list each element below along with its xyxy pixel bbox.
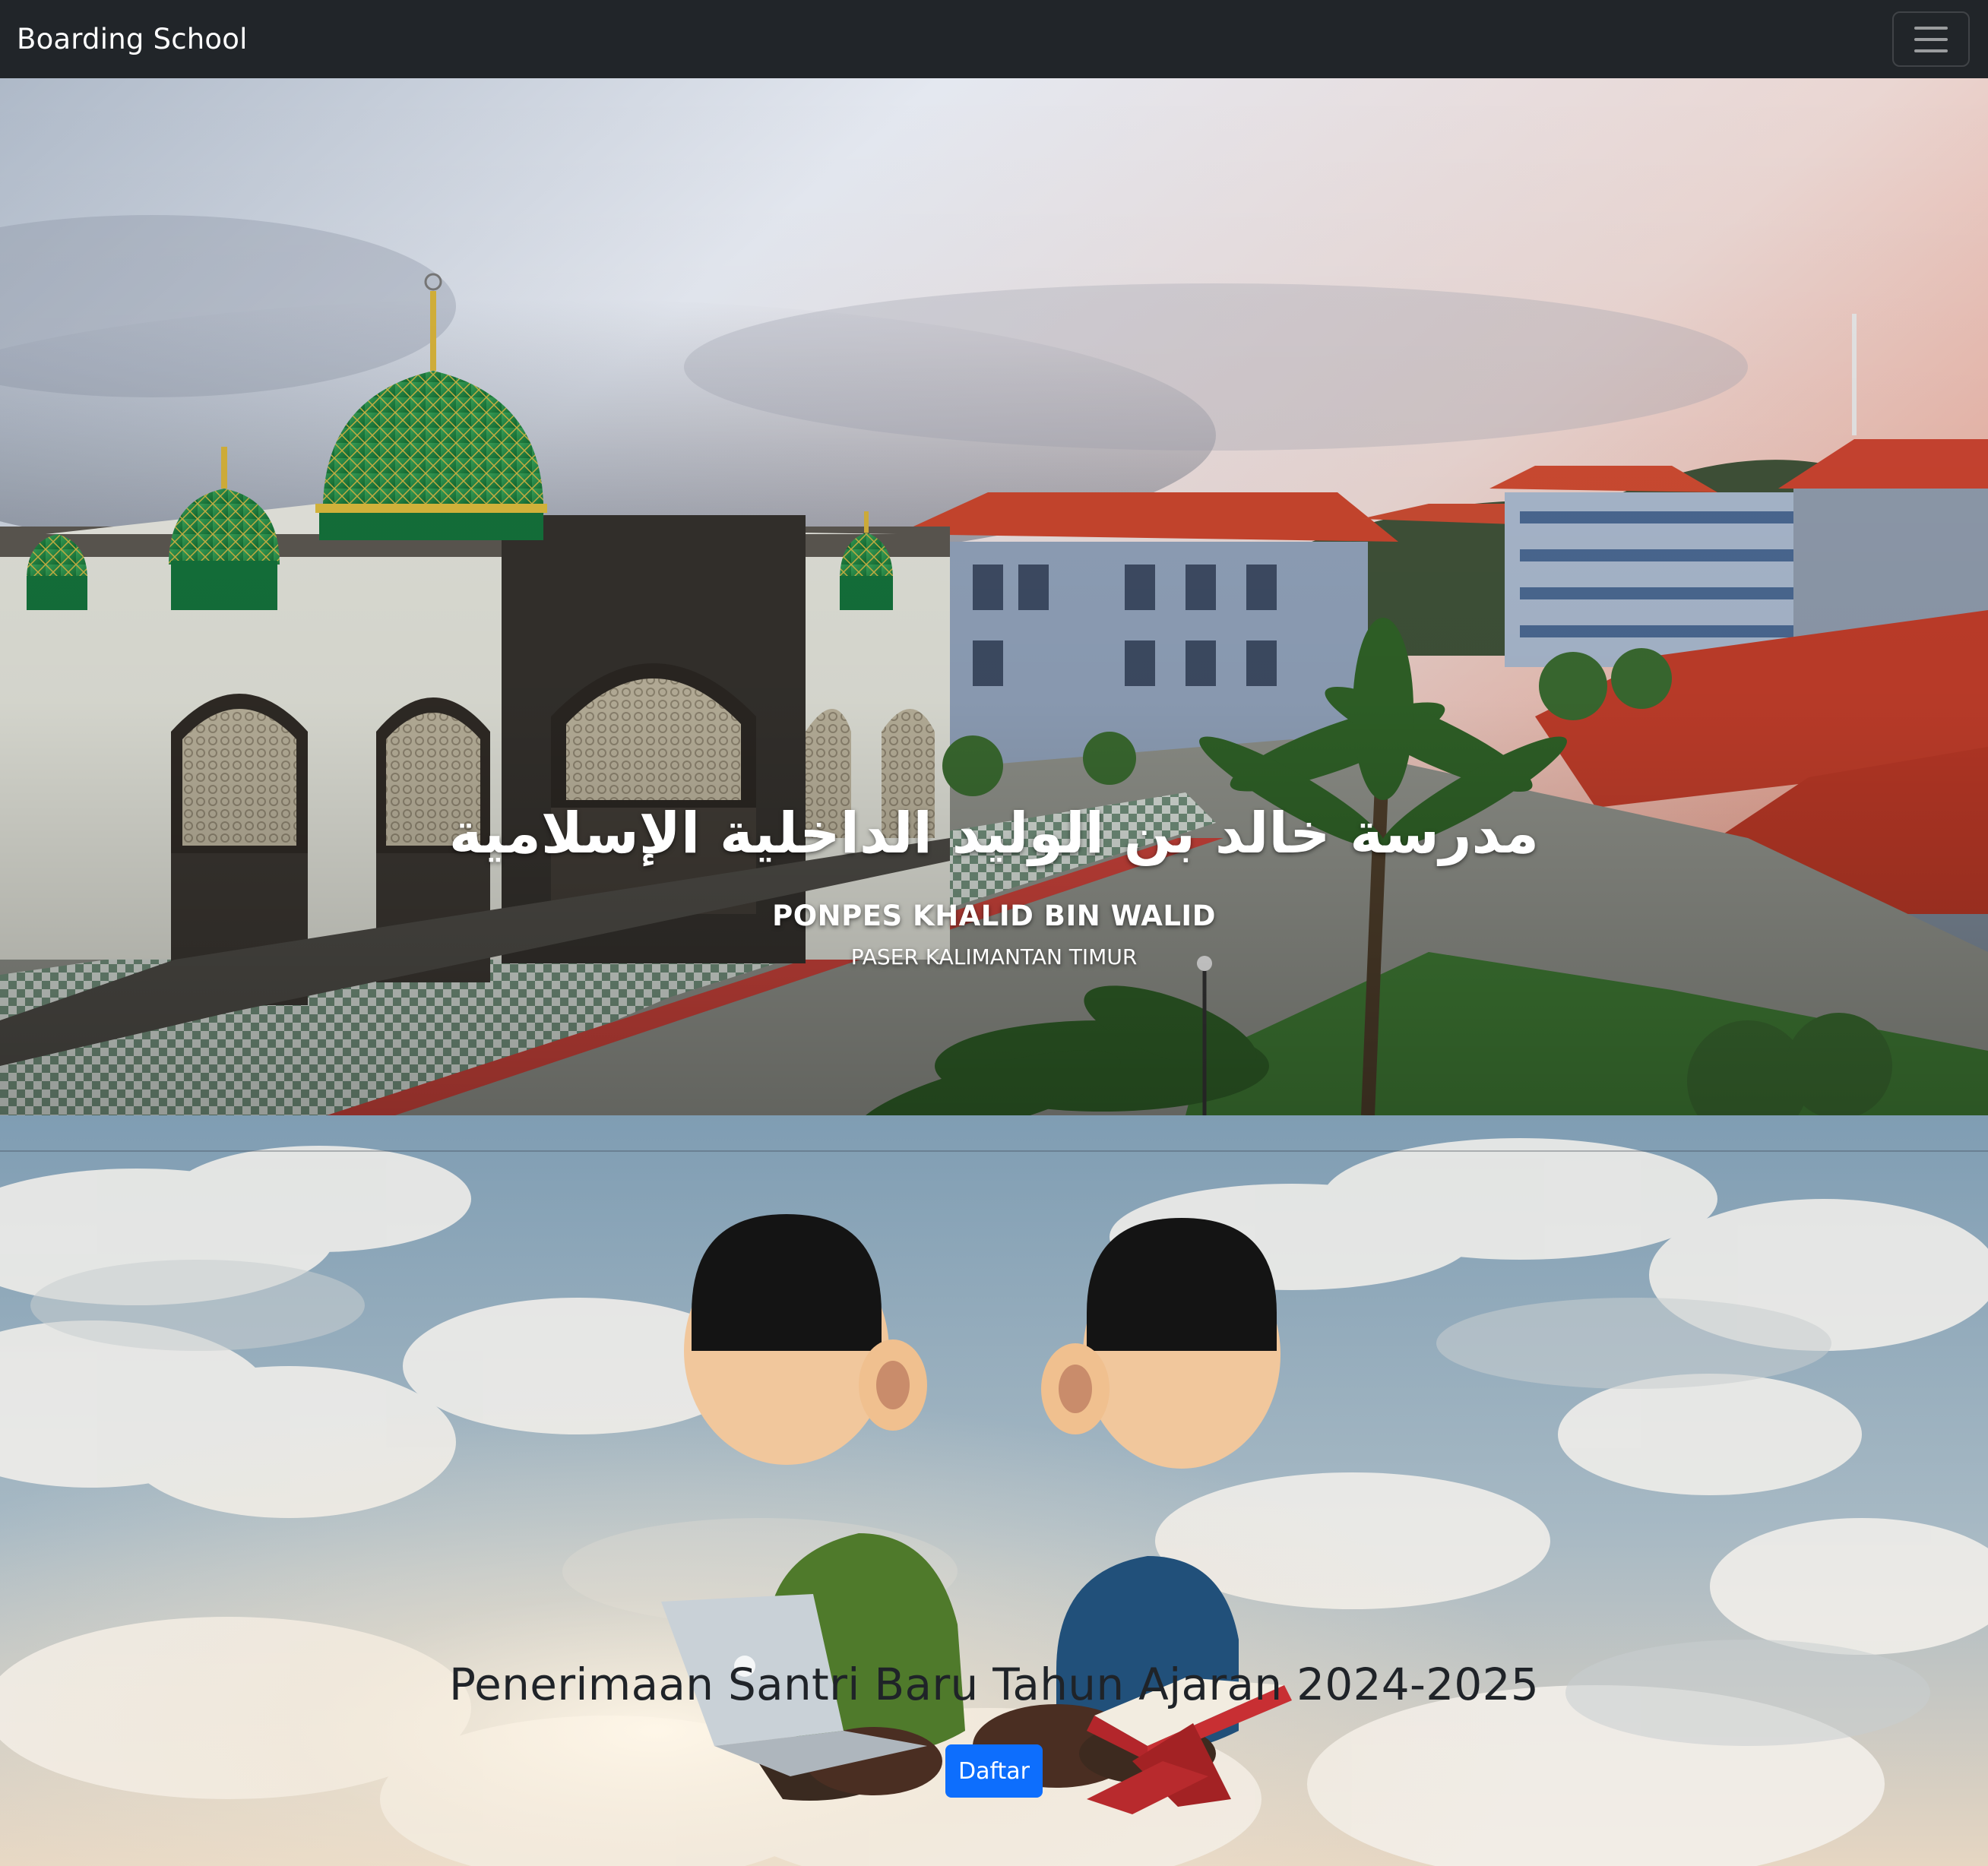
student-with-laptop: [661, 1214, 965, 1801]
admission-section: Penerimaan Santri Baru Tahun Ajaran 2024…: [0, 1115, 1988, 1866]
daftar-button[interactable]: Daftar: [945, 1744, 1043, 1798]
navbar-brand[interactable]: Boarding School: [17, 23, 248, 55]
admission-title: Penerimaan Santri Baru Tahun Ajaran 2024…: [448, 1659, 1540, 1710]
hero-section: مدرسة خالد بن الوليد الداخلية الإسلامية …: [0, 78, 1988, 1115]
student-with-quran: [973, 1218, 1292, 1814]
hero-school-name: PONPES KHALID BIN WALID: [772, 899, 1216, 932]
navbar-toggler-button[interactable]: [1892, 11, 1970, 67]
section-divider: [0, 1150, 1988, 1152]
hero-caption: مدرسة خالد بن الوليد الداخلية الإسلامية …: [0, 800, 1988, 969]
hero-school-location: PASER KALIMANTAN TIMUR: [850, 944, 1138, 969]
navbar: Boarding School: [0, 0, 1988, 78]
hero-arabic-title: مدرسة خالد بن الوليد الداخلية الإسلامية: [448, 801, 1540, 866]
hamburger-menu-icon: [1914, 26, 1948, 52]
